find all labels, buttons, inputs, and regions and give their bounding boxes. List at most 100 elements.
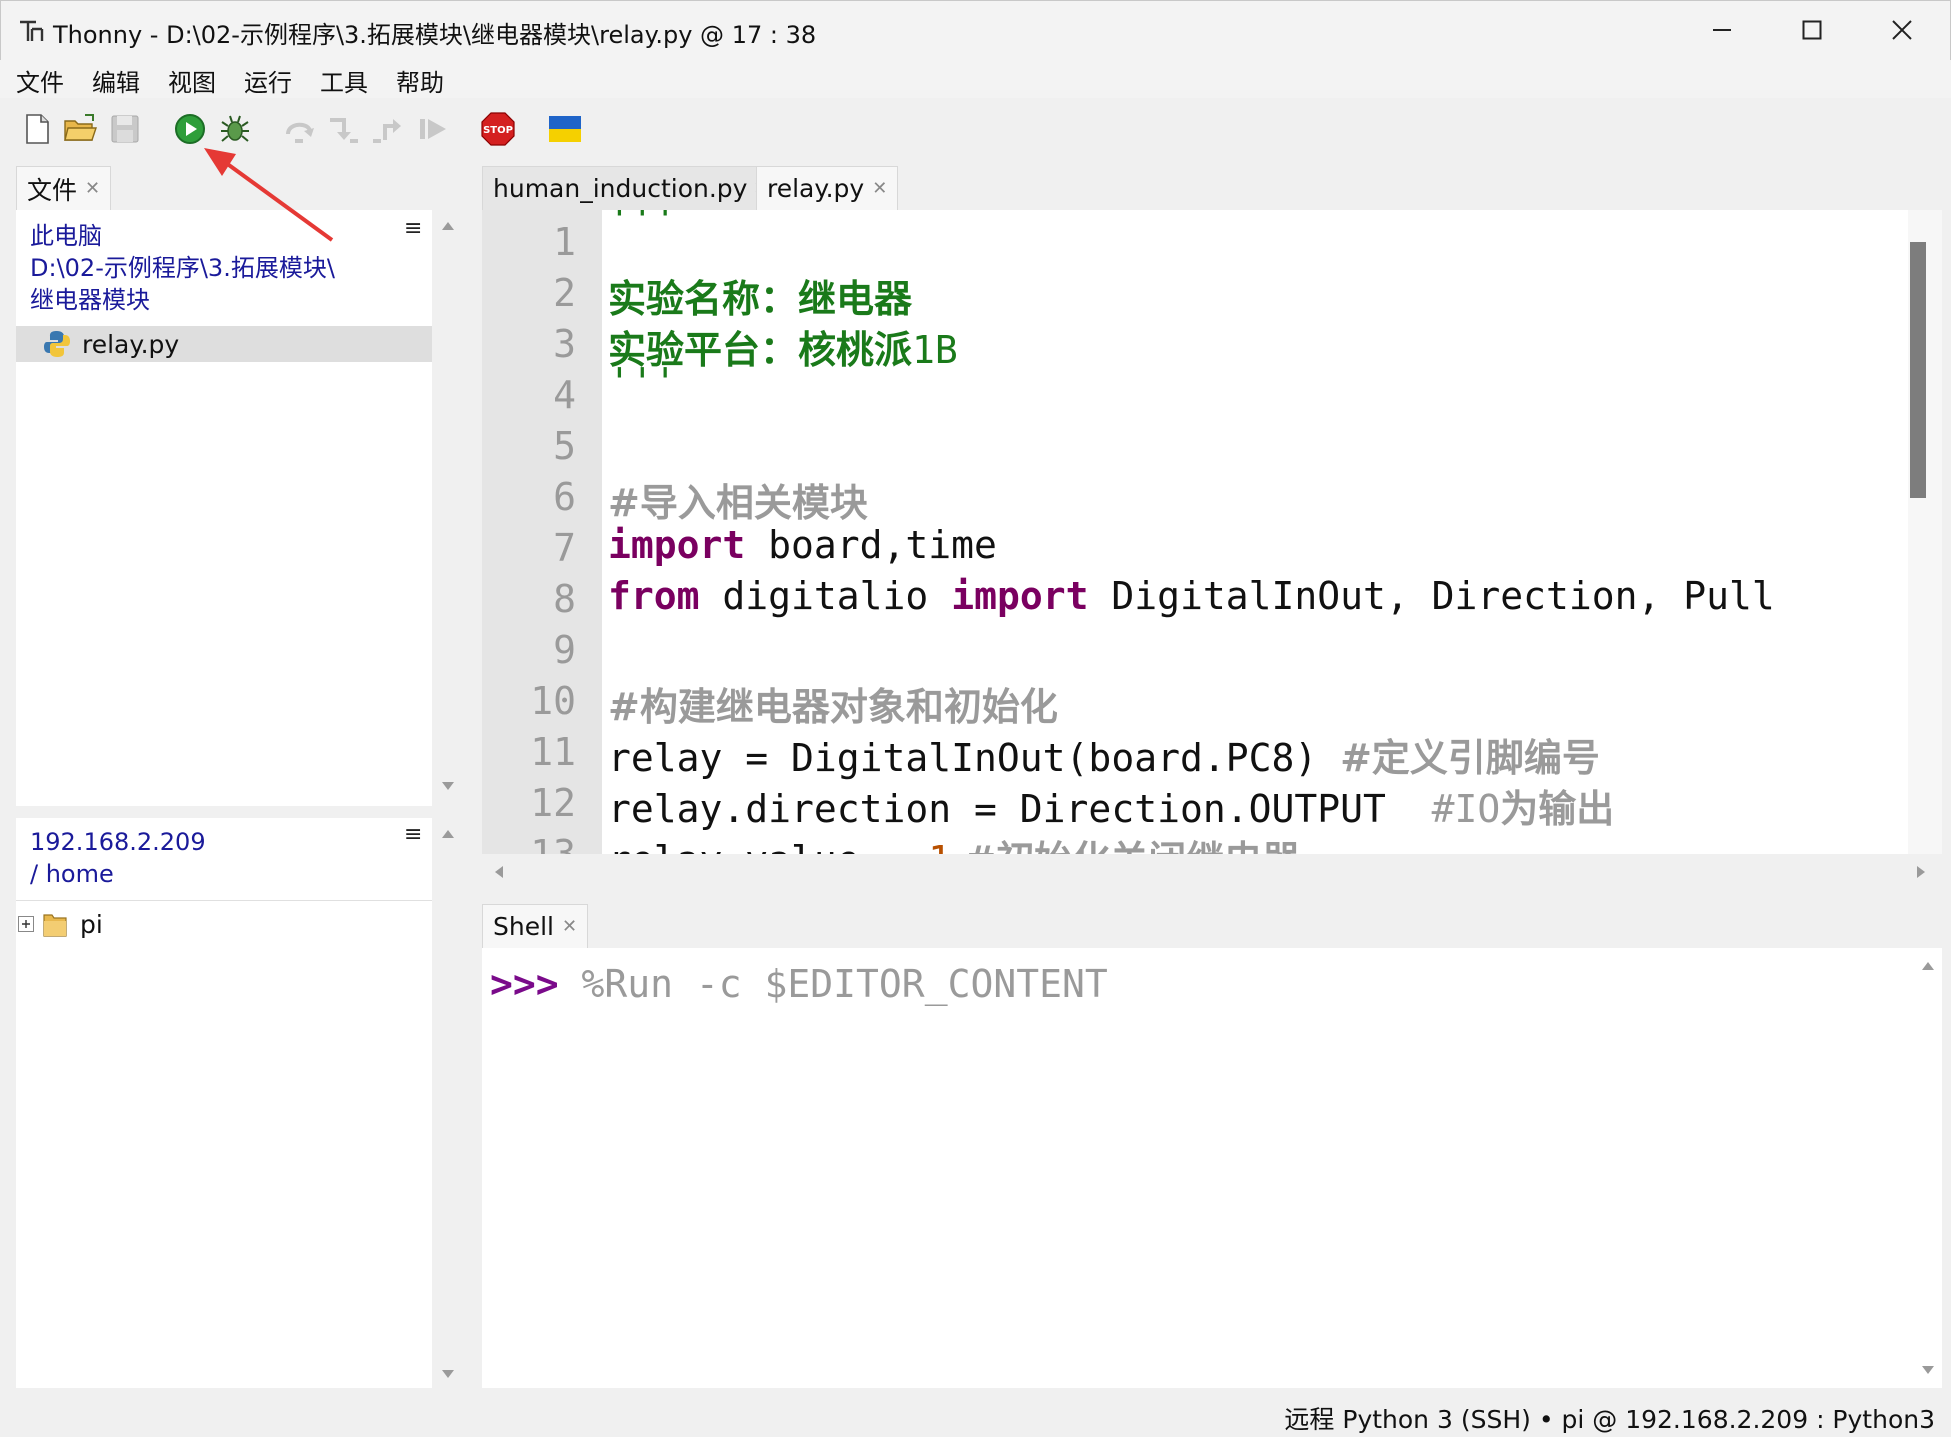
folder-icon (43, 914, 67, 937)
step-over-button[interactable] (283, 112, 317, 146)
save-file-button[interactable] (108, 112, 142, 146)
tab-shell-label: Shell (493, 912, 554, 941)
stop-button[interactable]: STOP (481, 112, 515, 146)
code-line-13: relay.value = 1 #初始化关闭继电器 (608, 829, 1300, 854)
scroll-up-icon[interactable] (1922, 962, 1934, 970)
local-files-scrollbar[interactable] (436, 210, 462, 806)
remote-host[interactable]: 192.168.2.209 (30, 826, 206, 858)
step-into-button[interactable] (326, 112, 360, 146)
docstring-text: 实验名称：继电器 (608, 277, 913, 321)
maximize-icon (1802, 20, 1822, 40)
open-folder-icon (64, 114, 97, 141)
scroll-down-icon[interactable] (442, 1370, 454, 1378)
code-text: relay.direction = Direction.OUTPUT (608, 787, 1432, 831)
local-menu-icon[interactable]: ≡ (404, 216, 422, 241)
ukraine-flag-button[interactable] (548, 112, 582, 146)
local-files-pane: 此电脑 D:\02-示例程序\3.拓展模块\ 继电器模块 ≡ relay.py (16, 210, 432, 806)
folder-row-pi[interactable]: pi (16, 906, 432, 942)
scroll-up-icon[interactable] (442, 830, 454, 838)
window-title: Thonny - D:\02-示例程序\3.拓展模块\继电器模块\relay.p… (53, 21, 817, 49)
resume-icon (420, 119, 446, 139)
keyword: import (951, 574, 1089, 618)
files-tab-bar: 文件 ✕ (16, 164, 432, 210)
docstring-text: 1B (912, 328, 958, 372)
number-literal: 1 (928, 838, 951, 854)
scroll-down-icon[interactable] (442, 782, 454, 790)
close-icon[interactable]: ✕ (85, 178, 100, 199)
run-button[interactable] (173, 112, 207, 146)
scroll-down-icon[interactable] (1922, 1366, 1934, 1374)
step-out-button[interactable] (371, 112, 405, 146)
line-number: 11 (530, 730, 576, 774)
editor-scroll-thumb[interactable] (1910, 242, 1926, 498)
line-number: 8 (553, 577, 576, 621)
menu-run[interactable]: 运行 (244, 63, 292, 98)
close-button[interactable] (1856, 1, 1948, 59)
debug-button[interactable] (218, 112, 252, 146)
line-number: 5 (553, 424, 576, 468)
stop-label: STOP (483, 125, 513, 136)
folder-name: pi (80, 909, 103, 939)
tab-label: human_induction.py (493, 174, 748, 203)
code-line-6: #导入相关模块 (608, 472, 868, 527)
tab-shell[interactable]: Shell ✕ (482, 904, 589, 948)
keyword: import (608, 523, 746, 567)
editor-horizontal-scrollbar[interactable] (482, 854, 1942, 890)
menu-help[interactable]: 帮助 (396, 63, 444, 98)
stop-icon: STOP (481, 112, 515, 146)
menu-edit[interactable]: 编辑 (92, 63, 140, 98)
scroll-right-icon[interactable] (1916, 866, 1926, 878)
code-text: relay.value = (608, 838, 928, 854)
close-icon (1892, 20, 1912, 40)
docstring-delimiter: ''' (608, 210, 677, 242)
menu-file[interactable]: 文件 (16, 63, 64, 98)
tab-files-label: 文件 (27, 175, 78, 205)
comment: 为输出 (1500, 787, 1615, 831)
close-icon[interactable]: ✕ (872, 178, 887, 199)
code-line-2: 实验名称：继电器 (608, 268, 912, 323)
bug-icon (221, 115, 249, 142)
comment: #IO (1431, 787, 1501, 831)
maximize-button[interactable] (1766, 1, 1858, 59)
expand-plus-icon[interactable] (18, 916, 34, 932)
scroll-up-icon[interactable] (442, 222, 454, 230)
minimize-button[interactable] (1676, 1, 1768, 59)
new-file-icon (26, 114, 49, 144)
line-number: 10 (530, 679, 576, 723)
breadcrumb-path[interactable]: D:\02-示例程序\3.拓展模块\ (30, 252, 335, 284)
shell-scrollbar[interactable] (1916, 948, 1942, 1388)
open-file-button[interactable] (63, 112, 97, 146)
code-editor[interactable]: 1 2 3 4 5 6 7 8 9 10 11 12 13 ''' 实验名称：继… (482, 210, 1942, 854)
shell-console[interactable]: >>> %Run -c $EDITOR_CONTENT (482, 948, 1942, 1388)
interpreter-status[interactable]: 远程 Python 3 (SSH) • pi @ 192.168.2.209 :… (1284, 1400, 1935, 1436)
scroll-left-icon[interactable] (494, 866, 504, 878)
line-number: 6 (553, 475, 576, 519)
remote-files-scrollbar[interactable] (436, 818, 462, 1388)
menu-view[interactable]: 视图 (168, 63, 216, 98)
remote-path[interactable]: / home (30, 858, 114, 890)
divider (16, 900, 432, 901)
run-icon (175, 114, 205, 144)
code-text: board,time (745, 523, 997, 567)
tab-files[interactable]: 文件 ✕ (16, 166, 112, 210)
code-line-8: from digitalio import DigitalInOut, Dire… (608, 574, 1775, 618)
file-row-relay[interactable]: relay.py (16, 326, 432, 362)
line-number: 2 (553, 271, 576, 315)
tab-human-induction[interactable]: human_induction.py ✕ (482, 166, 780, 210)
tab-relay[interactable]: relay.py ✕ (756, 166, 899, 210)
code-text: digitalio (699, 574, 952, 618)
breadcrumb-folder[interactable]: 继电器模块 (30, 284, 150, 316)
menu-tools[interactable]: 工具 (320, 63, 368, 98)
line-number: 1 (553, 220, 576, 264)
resume-button[interactable] (416, 112, 450, 146)
code-text: relay = DigitalInOut(board.PC8) (608, 736, 1341, 780)
new-file-button[interactable] (20, 112, 54, 146)
shell-command: %Run -c $EDITOR_CONTENT (558, 962, 1108, 1006)
comment: #定义引脚编号 (1340, 736, 1600, 780)
line-number: 4 (553, 373, 576, 417)
breadcrumb-this-pc[interactable]: 此电脑 (30, 220, 102, 252)
remote-menu-icon[interactable]: ≡ (404, 822, 422, 847)
close-icon[interactable]: ✕ (562, 916, 577, 937)
code-line-10: #构建继电器对象和初始化 (608, 676, 1058, 731)
minimize-icon (1713, 29, 1731, 31)
